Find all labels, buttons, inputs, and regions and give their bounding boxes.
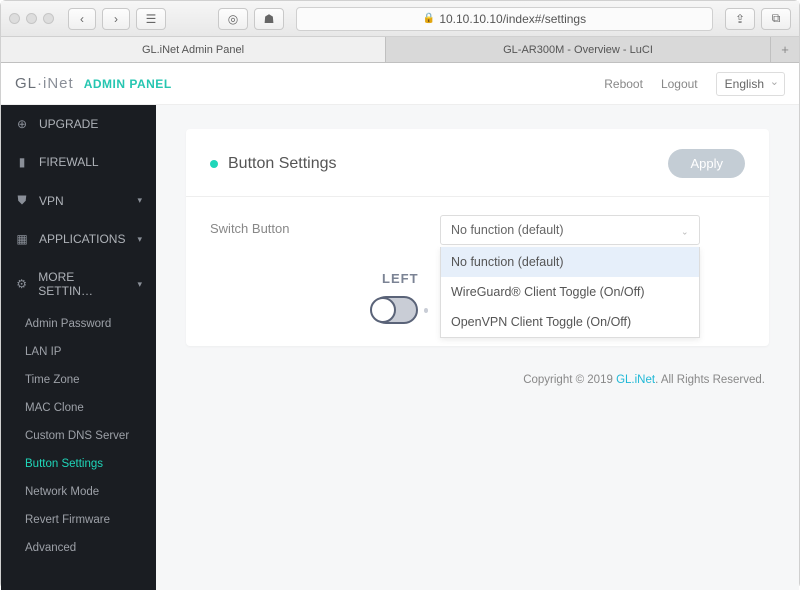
close-window-icon[interactable] [9, 13, 20, 24]
sidebar-sub-network-mode[interactable]: Network Mode [1, 478, 156, 506]
chevron-down-icon: ▾ [137, 195, 142, 206]
firewall-icon: ▮ [15, 155, 29, 169]
new-tab-button[interactable]: + [771, 37, 799, 62]
traffic-lights [9, 13, 54, 24]
sidebar-sub-revert-firmware[interactable]: Revert Firmware [1, 506, 156, 534]
sidebar-sub-mac-clone[interactable]: MAC Clone [1, 394, 156, 422]
sidebar-sub-button-settings[interactable]: Button Settings [1, 450, 156, 478]
sidebar: ⊕ UPGRADE ▮ FIREWALL ⛊ VPN ▾ ▦ APPLICATI… [1, 105, 156, 590]
settings-card: Button Settings Apply Switch Button No f… [186, 129, 769, 346]
browser-tab[interactable]: GL-AR300M - Overview - LuCI [386, 37, 771, 62]
chevron-down-icon: ▾ [137, 234, 142, 245]
switch-button-label: Switch Button [210, 215, 440, 236]
switch-left-icon [372, 294, 428, 326]
tabs-icon[interactable]: ⧉ [761, 8, 791, 30]
compass-icon[interactable]: ◎ [218, 8, 248, 30]
shield-icon: ⛊ [15, 193, 29, 208]
divider [186, 196, 769, 197]
card-title: Button Settings [228, 155, 337, 173]
dropdown-option[interactable]: WireGuard® Client Toggle (On/Off) [441, 277, 699, 307]
sidebar-sub-admin-password[interactable]: Admin Password [1, 310, 156, 338]
sidebar-item-vpn[interactable]: ⛊ VPN ▾ [1, 181, 156, 220]
chevron-down-icon: ▾ [137, 279, 142, 290]
apps-icon: ▦ [15, 232, 29, 246]
dropdown-option[interactable]: OpenVPN Client Toggle (On/Off) [441, 307, 699, 337]
admin-panel-label: ADMIN PANEL [84, 77, 172, 91]
sidebar-item-firewall[interactable]: ▮ FIREWALL [1, 143, 156, 181]
footer: Copyright © 2019 GL.iNet. All Rights Res… [186, 374, 769, 386]
sidebar-sub-advanced[interactable]: Advanced [1, 534, 156, 562]
footer-link[interactable]: GL.iNet [616, 374, 655, 386]
minimize-window-icon[interactable] [26, 13, 37, 24]
gear-icon: ⚙ [15, 277, 28, 291]
sidebar-sub-custom-dns[interactable]: Custom DNS Server [1, 422, 156, 450]
sidebar-sub-lan-ip[interactable]: LAN IP [1, 338, 156, 366]
maximize-window-icon[interactable] [43, 13, 54, 24]
sidebar-toggle-icon[interactable]: ☰ [136, 8, 166, 30]
left-label: LEFT [382, 271, 419, 286]
switch-button-select[interactable]: No function (default) [440, 215, 700, 245]
logout-link[interactable]: Logout [661, 77, 698, 91]
language-select[interactable]: English [716, 72, 785, 96]
dropdown-option[interactable]: No function (default) [441, 247, 699, 277]
sidebar-item-more-settings[interactable]: ⚙ MORE SETTIN… ▾ [1, 258, 156, 310]
switch-button-dropdown: No function (default) WireGuard® Client … [440, 247, 700, 338]
app-header: GL·iNet ADMIN PANEL Reboot Logout Englis… [1, 63, 799, 105]
share-icon[interactable]: ⇪ [725, 8, 755, 30]
upgrade-icon: ⊕ [15, 117, 29, 131]
sidebar-sub-time-zone[interactable]: Time Zone [1, 366, 156, 394]
privacy-icon[interactable]: ☗ [254, 8, 284, 30]
url-text: 10.10.10.10/index#/settings [439, 12, 586, 26]
status-dot-icon [210, 160, 218, 168]
browser-toolbar: ‹ › ☰ ◎ ☗ 🔒 10.10.10.10/index#/settings … [1, 1, 799, 37]
sidebar-item-upgrade[interactable]: ⊕ UPGRADE [1, 105, 156, 143]
url-bar[interactable]: 🔒 10.10.10.10/index#/settings [296, 7, 713, 31]
reboot-link[interactable]: Reboot [604, 77, 643, 91]
lock-icon: 🔒 [423, 13, 435, 24]
browser-tab-strip: GL.iNet Admin Panel GL-AR300M - Overview… [1, 37, 799, 63]
logo: GL·iNet [15, 75, 74, 92]
apply-button[interactable]: Apply [668, 149, 745, 178]
back-button[interactable]: ‹ [68, 8, 96, 30]
content-area: Button Settings Apply Switch Button No f… [156, 105, 799, 590]
browser-tab[interactable]: GL.iNet Admin Panel [1, 37, 386, 62]
forward-button[interactable]: › [102, 8, 130, 30]
sidebar-item-applications[interactable]: ▦ APPLICATIONS ▾ [1, 220, 156, 258]
